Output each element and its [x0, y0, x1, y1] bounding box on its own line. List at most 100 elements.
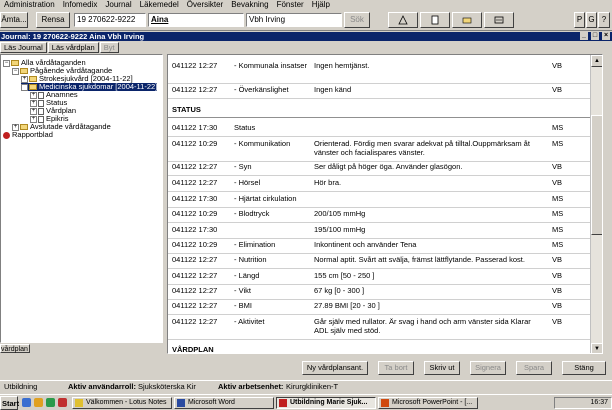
journal-scrollbar[interactable]: ▲ ▼ [590, 55, 602, 353]
minimize-icon[interactable]: _ [580, 32, 588, 40]
menu-item-4[interactable]: Översikter [187, 0, 223, 9]
menu-item-6[interactable]: Fönster [277, 0, 304, 9]
entry-time: 041122 12:27 [172, 286, 218, 295]
personnummer-field[interactable]: 19 270622-9222 [74, 13, 146, 27]
remove-button-label: Ta bort [384, 363, 408, 372]
last-name-field[interactable]: Vbh Irving [246, 13, 342, 27]
desktop-icon[interactable] [22, 398, 31, 407]
row-divider [168, 207, 590, 208]
row-divider [168, 299, 590, 300]
print-button[interactable]: Skriv ut [424, 361, 460, 375]
folder-icon [20, 68, 28, 74]
entry-term: - Blodtryck [234, 209, 270, 218]
rensa-button[interactable]: Rensa [36, 12, 70, 28]
p-button[interactable]: P [574, 12, 585, 28]
close-button[interactable]: Stäng [562, 361, 606, 375]
row-divider [168, 238, 590, 239]
expand-icon[interactable]: + [30, 107, 37, 115]
g-button-label: G [588, 15, 595, 24]
search-button[interactable]: Sök [344, 12, 370, 28]
close-icon[interactable]: × [602, 32, 610, 40]
doc-icon [38, 99, 44, 107]
tab-byt-label: Byt [103, 43, 115, 52]
taskbar-item[interactable]: Utbildning Marie Sjuk... [276, 397, 376, 409]
taskbar-item[interactable]: Microsoft Word [174, 397, 274, 409]
entry-time: 041122 12:27 [172, 255, 218, 264]
folder-icon [29, 76, 37, 82]
taskbar-item[interactable]: Microsoft PowerPoint - [... [378, 397, 478, 409]
collapse-icon[interactable]: − [3, 59, 10, 67]
tree-node[interactable]: Rapportblad [3, 131, 53, 139]
menu-item-7[interactable]: Hjälp [312, 0, 330, 9]
menu-item-5[interactable]: Bevakning [231, 0, 268, 9]
save-button-label: Spara [523, 363, 544, 372]
entry-sign: VB [552, 317, 563, 326]
start-label: Start [2, 399, 20, 408]
folder-icon [11, 60, 19, 66]
entry-sign: MS [552, 123, 564, 132]
start-button[interactable]: Start [0, 396, 20, 410]
row-divider [168, 191, 590, 192]
tab-byt[interactable]: Byt [99, 42, 119, 53]
entry-time: 041122 12:27 [172, 85, 218, 94]
entry-text: Ingen hemtjänst. [314, 61, 370, 70]
new-care-plan-button[interactable]: Ny vårdplansant. [302, 361, 368, 375]
entry-sign: VB [552, 85, 563, 94]
fetch-button[interactable]: Ämta... [0, 12, 28, 28]
menu-item-2[interactable]: Journal [105, 0, 131, 9]
first-name-field[interactable]: Aina [148, 13, 244, 27]
entry-term: - Vikt [234, 286, 251, 295]
mail-icon[interactable] [58, 398, 67, 407]
help-icon[interactable]: ? [598, 12, 610, 28]
entry-term: - Kommunala insatser [234, 61, 307, 70]
tab-las-vardplan[interactable]: Läs vårdplan [47, 42, 99, 53]
warning-icon[interactable] [388, 12, 418, 28]
row-divider [168, 339, 590, 340]
collapse-icon[interactable]: − [21, 83, 28, 91]
scroll-up-icon[interactable]: ▲ [591, 55, 602, 67]
menu-item-1[interactable]: Infomedix [63, 0, 98, 9]
row-divider [168, 83, 590, 84]
entry-text: 155 cm [50 - 250 ] [314, 271, 375, 280]
print-button-label: Skriv ut [429, 363, 455, 372]
save-button[interactable]: Spara [516, 361, 552, 375]
tree-node[interactable]: − Medicinska sjukdomar [2004-11-22] [21, 83, 158, 91]
menu-item-0[interactable]: Administration [4, 0, 55, 9]
maximize-icon[interactable]: □ [591, 32, 599, 40]
document-icon[interactable] [420, 12, 450, 28]
folder-icon[interactable] [452, 12, 482, 28]
entry-time: 041122 12:27 [172, 162, 218, 171]
collapse-icon[interactable]: − [12, 67, 19, 75]
remove-button[interactable]: Ta bort [378, 361, 414, 375]
p-button-label: P [576, 15, 583, 24]
row-divider [168, 284, 590, 285]
explorer-icon[interactable] [34, 398, 43, 407]
entry-time: 041122 12:27 [172, 61, 218, 70]
menu-item-3[interactable]: Läkemedel [140, 0, 179, 9]
card-icon[interactable] [484, 12, 514, 28]
tree-bottom-tab[interactable]: vårdplan [0, 344, 30, 353]
browser-icon[interactable] [46, 398, 55, 407]
scroll-down-icon[interactable]: ▼ [591, 343, 602, 353]
scroll-thumb[interactable] [591, 115, 602, 235]
clock: 16:37 [590, 399, 608, 406]
entry-text: Normal aptit. Svårt att svälja, främst l… [314, 255, 525, 264]
toolbar: Ämta... Rensa 19 270622-9222 Aina Vbh Ir… [0, 9, 612, 31]
taskbar-item[interactable]: Välkommen - Lotus Notes [72, 397, 172, 409]
entry-time: 041122 12:27 [172, 178, 218, 187]
entry-sign: MS [552, 209, 564, 218]
entry-term: - Nutrition [234, 255, 267, 264]
sign-button[interactable]: Signera [470, 361, 506, 375]
expand-icon[interactable]: + [30, 99, 37, 107]
menu-bar: Administration Infomedix Journal Läkemedel Ö… [0, 0, 612, 9]
entry-text: 67 kg [0 - 300 ] [314, 286, 365, 295]
g-button[interactable]: G [586, 12, 597, 28]
tab-las-journal[interactable]: Läs Journal [0, 42, 47, 53]
entry-sign: VB [552, 255, 563, 264]
entry-text: 195/100 mmHg [314, 225, 366, 234]
section-vardplan-heading: VÅRDPLAN [172, 345, 214, 354]
expand-icon[interactable]: + [30, 91, 37, 99]
expand-icon[interactable]: + [21, 75, 28, 83]
section-divider [168, 117, 590, 118]
entry-time: 041122 12:27 [172, 317, 218, 326]
